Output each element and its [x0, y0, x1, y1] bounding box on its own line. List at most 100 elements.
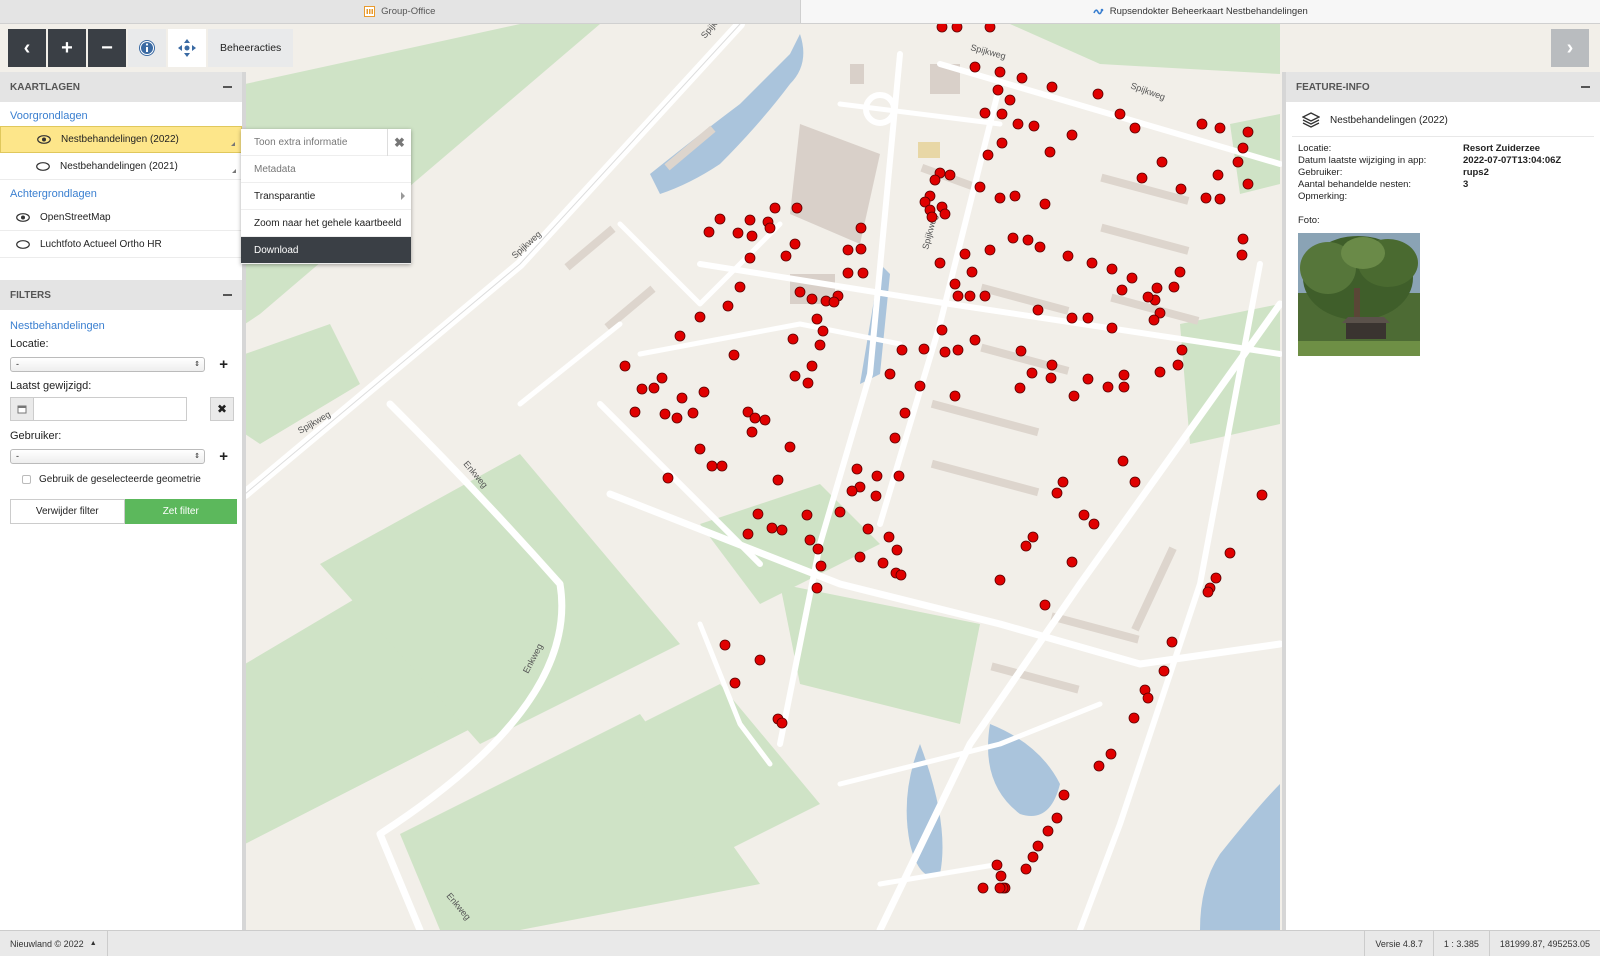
geometry-checkbox[interactable] [22, 475, 31, 484]
treatment-marker[interactable] [1154, 366, 1166, 378]
treatment-marker[interactable] [918, 343, 930, 355]
treatment-marker[interactable] [791, 202, 803, 214]
treatment-marker[interactable] [716, 460, 728, 472]
menu-item-zoom-extent[interactable]: Zoom naar het gehele kaartbeeld [241, 210, 411, 237]
treatment-marker[interactable] [914, 380, 926, 392]
treatment-marker[interactable] [969, 334, 981, 346]
remove-filter-button[interactable]: Verwijder filter [10, 499, 125, 524]
treatment-marker[interactable] [1166, 636, 1178, 648]
eye-icon[interactable] [37, 135, 51, 144]
treatment-marker[interactable] [1027, 851, 1039, 863]
treatment-marker[interactable] [944, 169, 956, 181]
treatment-marker[interactable] [629, 406, 641, 418]
treatment-marker[interactable] [802, 377, 814, 389]
treatment-marker[interactable] [1102, 381, 1114, 393]
treatment-marker[interactable] [794, 286, 806, 298]
treatment-marker[interactable] [883, 531, 895, 543]
treatment-marker[interactable] [1174, 266, 1186, 278]
zoom-in-button[interactable]: + [48, 29, 86, 67]
treatment-marker[interactable] [977, 882, 989, 894]
beheeracties-button[interactable]: Beheeracties [208, 29, 294, 67]
treatment-marker[interactable] [951, 24, 963, 33]
treatment-marker[interactable] [1032, 304, 1044, 316]
treatment-marker[interactable] [1214, 193, 1226, 205]
treatment-marker[interactable] [1093, 760, 1105, 772]
treatment-marker[interactable] [1126, 272, 1138, 284]
treatment-marker[interactable] [877, 557, 889, 569]
treatment-marker[interactable] [1214, 122, 1226, 134]
treatment-marker[interactable] [994, 192, 1006, 204]
treatment-marker[interactable] [1034, 241, 1046, 253]
minimize-icon[interactable] [223, 86, 232, 88]
treatment-marker[interactable] [1051, 487, 1063, 499]
treatment-marker[interactable] [1086, 257, 1098, 269]
location-select[interactable]: - ⇕ [10, 356, 205, 372]
treatment-marker[interactable] [1129, 122, 1141, 134]
treatment-marker[interactable] [1114, 108, 1126, 120]
treatment-marker[interactable] [842, 267, 854, 279]
add-location-button[interactable]: + [219, 356, 228, 373]
treatment-marker[interactable] [1014, 382, 1026, 394]
layer-nestbehandelingen-2022[interactable]: Nestbehandelingen (2022) [0, 126, 242, 153]
treatment-marker[interactable] [842, 244, 854, 256]
treatment-marker[interactable] [1158, 665, 1170, 677]
treatment-marker[interactable] [1256, 489, 1268, 501]
treatment-marker[interactable] [893, 470, 905, 482]
treatment-marker[interactable] [1172, 359, 1184, 371]
close-menu-button[interactable]: ✖ [387, 129, 411, 156]
treatment-marker[interactable] [694, 311, 706, 323]
treatment-marker[interactable] [1148, 314, 1160, 326]
treatment-marker[interactable] [1039, 599, 1051, 611]
treatment-marker[interactable] [1066, 129, 1078, 141]
treatment-marker[interactable] [1022, 234, 1034, 246]
treatment-marker[interactable] [656, 372, 668, 384]
user-select[interactable]: - ⇕ [10, 448, 205, 464]
treatment-marker[interactable] [1046, 81, 1058, 93]
eye-icon[interactable] [16, 212, 30, 222]
treatment-marker[interactable] [1118, 369, 1130, 381]
treatment-marker[interactable] [776, 717, 788, 729]
treatment-marker[interactable] [1106, 263, 1118, 275]
menu-item-metadata[interactable]: Metadata [241, 156, 411, 183]
treatment-marker[interactable] [759, 414, 771, 426]
treatment-marker[interactable] [1058, 789, 1070, 801]
treatment-marker[interactable] [926, 211, 938, 223]
treatment-marker[interactable] [769, 202, 781, 214]
treatment-marker[interactable] [1078, 509, 1090, 521]
treatment-marker[interactable] [1044, 146, 1056, 158]
treatment-marker[interactable] [811, 582, 823, 594]
treatment-marker[interactable] [895, 569, 907, 581]
feature-info-header[interactable]: FEATURE-INFO [1286, 72, 1600, 102]
treatment-marker[interactable] [806, 360, 818, 372]
layer-nestbehandelingen-2021[interactable]: Nestbehandelingen (2021) [0, 153, 242, 180]
treatment-marker[interactable] [974, 181, 986, 193]
treatment-marker[interactable] [1105, 748, 1117, 760]
treatment-marker[interactable] [939, 208, 951, 220]
treatment-marker[interactable] [896, 344, 908, 356]
treatment-marker[interactable] [934, 257, 946, 269]
treatment-marker[interactable] [969, 61, 981, 73]
treatment-marker[interactable] [994, 882, 1006, 894]
treatment-marker[interactable] [851, 463, 863, 475]
treatment-marker[interactable] [1027, 531, 1039, 543]
menu-item-transparency[interactable]: Transparantie [241, 183, 411, 210]
treatment-marker[interactable] [754, 654, 766, 666]
treatment-marker[interactable] [817, 325, 829, 337]
treatment-marker[interactable] [659, 408, 671, 420]
treatment-marker[interactable] [1039, 198, 1051, 210]
treatment-marker[interactable] [1156, 156, 1168, 168]
treatment-marker[interactable] [1068, 390, 1080, 402]
treatment-marker[interactable] [734, 281, 746, 293]
expand-icon[interactable] [232, 169, 236, 173]
treatment-marker[interactable] [854, 551, 866, 563]
treatment-marker[interactable] [1066, 312, 1078, 324]
treatment-marker[interactable] [1028, 120, 1040, 132]
treatment-marker[interactable] [1082, 312, 1094, 324]
treatment-marker[interactable] [1118, 381, 1130, 393]
treatment-marker[interactable] [671, 412, 683, 424]
treatment-marker[interactable] [746, 426, 758, 438]
treatment-marker[interactable] [991, 859, 1003, 871]
forward-button[interactable]: › [1551, 29, 1589, 67]
treatment-marker[interactable] [1015, 345, 1027, 357]
treatment-marker[interactable] [1032, 840, 1044, 852]
